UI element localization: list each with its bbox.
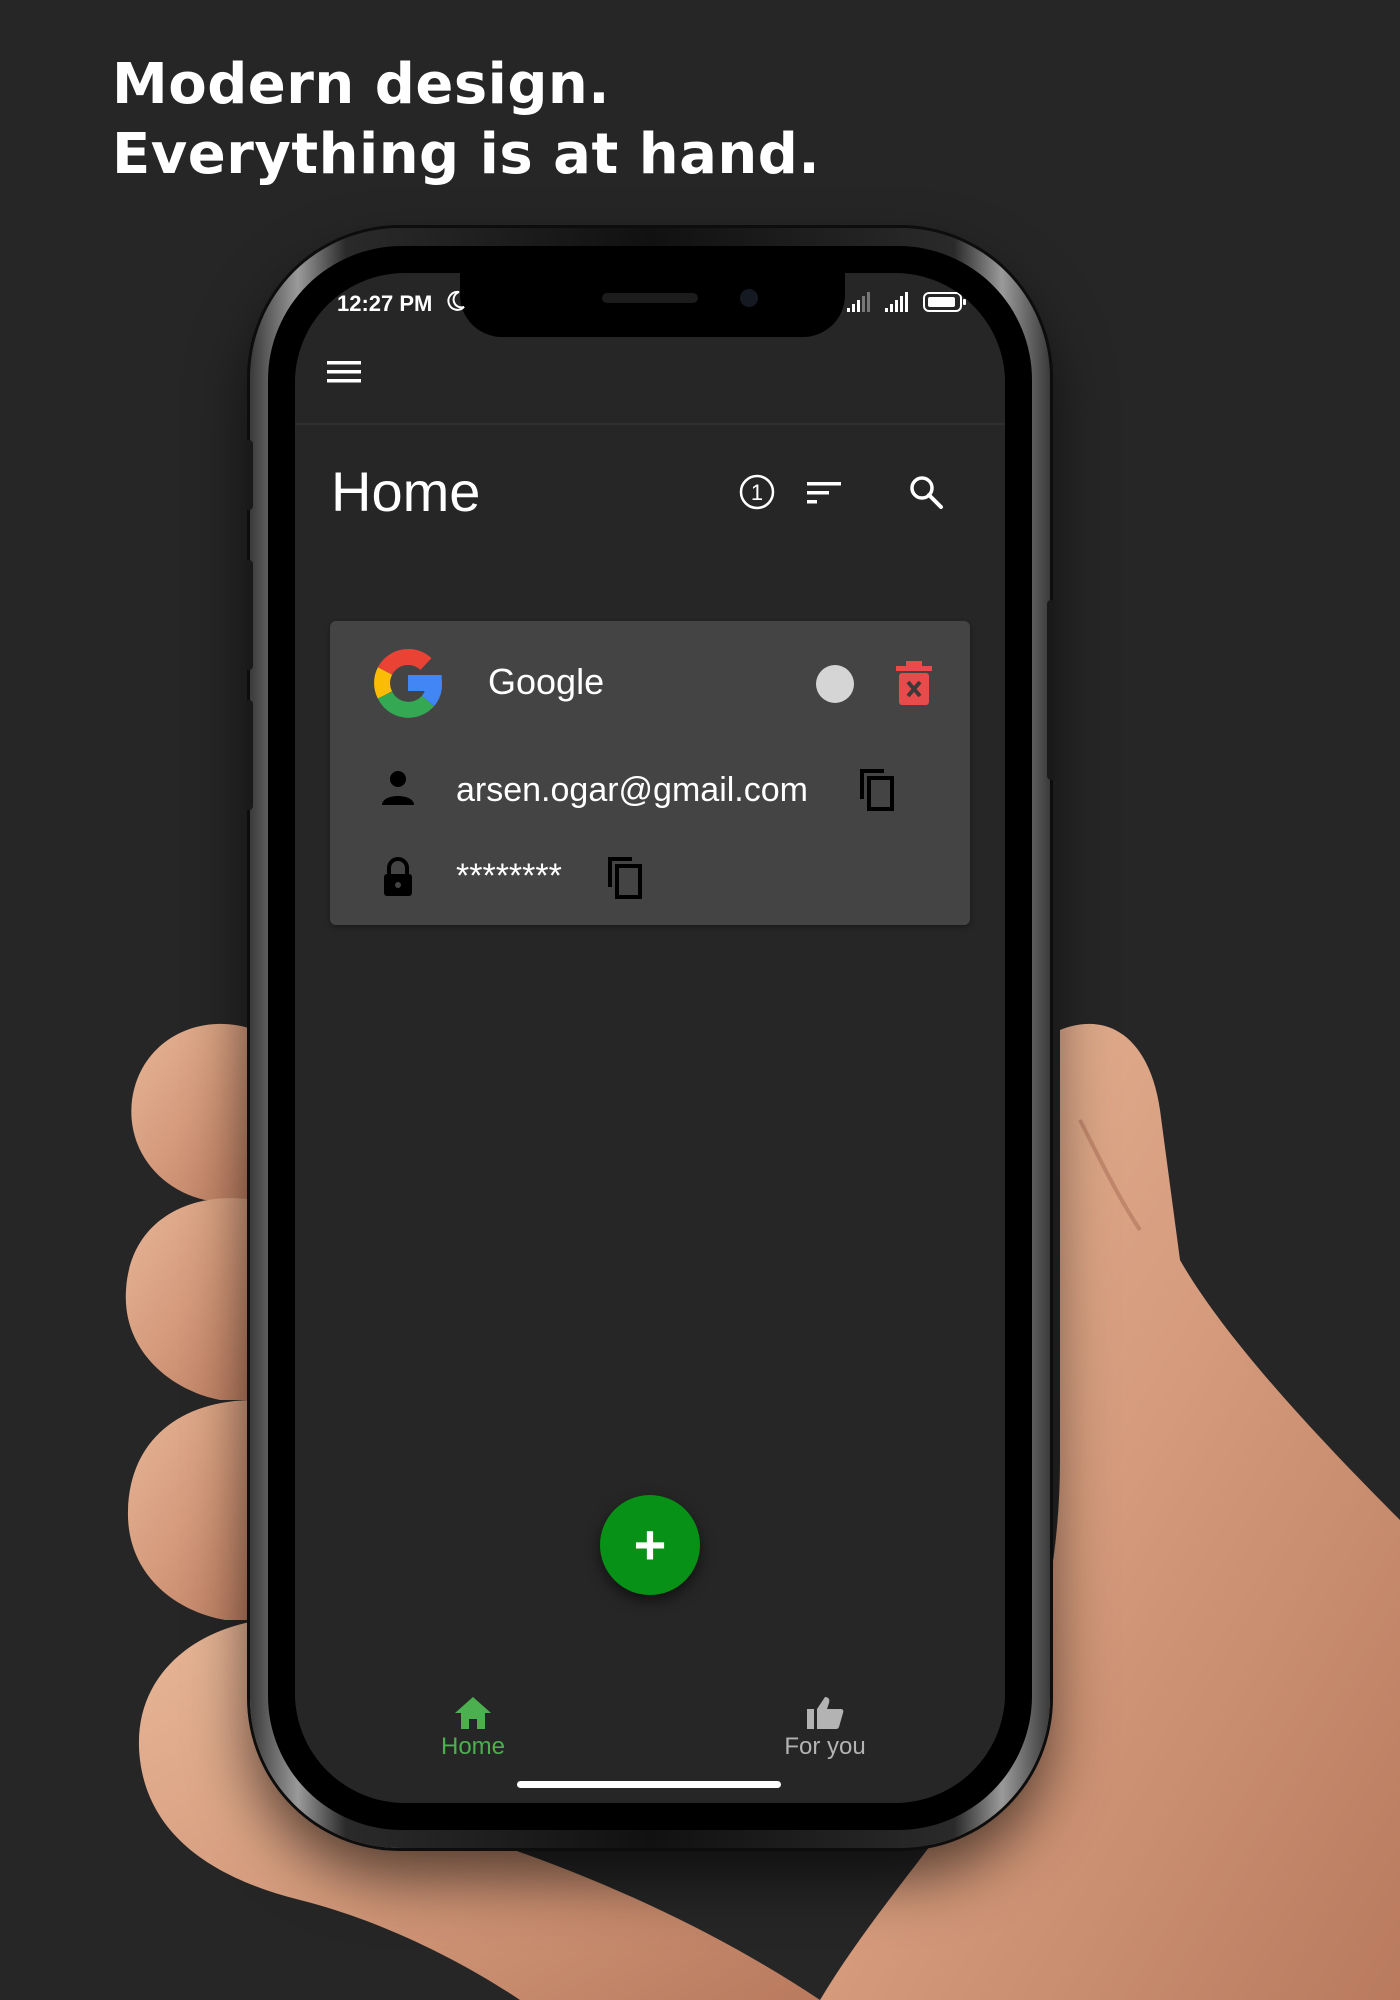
app-bar	[295, 323, 1005, 425]
email-value: arsen.ogar@gmail.com	[456, 771, 808, 809]
bottom-navigation: Home For you	[295, 1693, 1005, 1783]
phone-screen: 12:27 PM Home 1 Google arsen.ogar@gmail.…	[295, 273, 1005, 1803]
home-header: Home 1	[295, 433, 1005, 543]
phone-power-button	[1047, 600, 1055, 780]
thumb-up-icon	[807, 1697, 844, 1729]
nav-item-home[interactable]: Home	[373, 1693, 573, 1761]
account-card[interactable]: Google arsen.ogar@gmail.com ********	[330, 621, 970, 925]
copy-password-icon[interactable]	[604, 855, 644, 901]
do-not-disturb-moon-icon	[447, 290, 465, 311]
status-dot[interactable]	[816, 665, 854, 703]
person-icon	[382, 771, 414, 805]
page-title: Home	[331, 460, 481, 523]
copy-email-icon[interactable]	[856, 767, 896, 813]
entry-count-text: 1	[751, 480, 763, 505]
signal-strength-icon	[847, 292, 870, 312]
home-icon	[455, 1697, 491, 1729]
home-indicator-bar[interactable]	[517, 1781, 781, 1788]
phone-side-button	[245, 440, 253, 510]
battery-icon	[923, 292, 966, 312]
nav-label-home: Home	[440, 1733, 506, 1760]
hamburger-menu-icon[interactable]	[327, 359, 361, 385]
status-bar: 12:27 PM	[295, 273, 1005, 323]
phone-volume-down-button	[245, 700, 253, 810]
phone-volume-up-button	[245, 560, 253, 670]
count-circle-icon: 1	[739, 474, 775, 510]
password-value: ********	[456, 857, 562, 895]
google-logo-icon	[374, 649, 442, 718]
nav-item-for-you[interactable]: For you	[725, 1693, 925, 1761]
status-time: 12:27 PM	[337, 291, 433, 316]
entry-count-badge[interactable]: 1	[738, 473, 776, 511]
nav-label-for-you: For you	[784, 1733, 866, 1760]
signal-strength-2-icon	[885, 292, 908, 312]
status-icons	[847, 291, 967, 313]
lock-icon	[384, 857, 412, 896]
delete-icon[interactable]	[894, 659, 934, 707]
sort-icon[interactable]	[805, 473, 843, 511]
service-name: Google	[488, 661, 605, 702]
add-entry-button[interactable]: +	[600, 1495, 700, 1595]
search-icon[interactable]	[907, 473, 945, 511]
